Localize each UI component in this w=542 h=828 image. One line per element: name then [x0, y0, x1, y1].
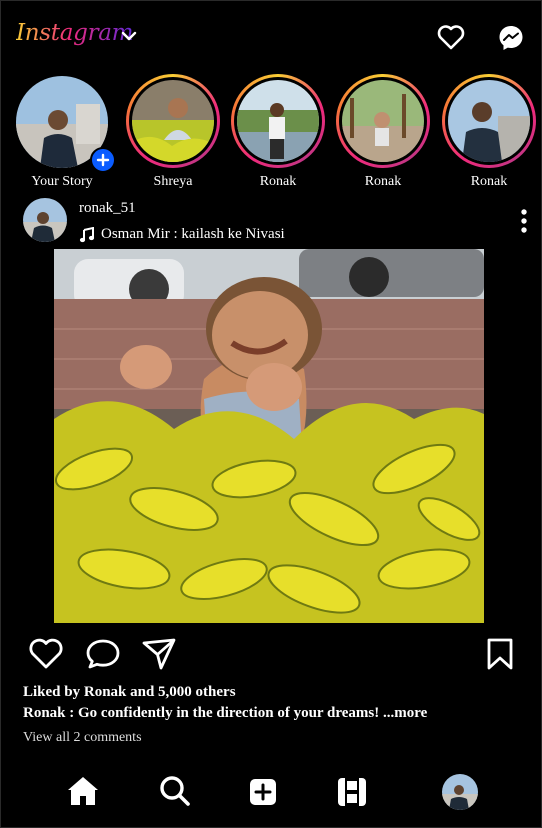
post-caption[interactable]: Ronak : Go confidently in the direction … — [23, 705, 427, 722]
post-image[interactable] — [54, 249, 484, 623]
chevron-down-icon[interactable] — [121, 30, 137, 42]
story-ronak-2[interactable]: Ronak — [333, 74, 433, 190]
story-label: Ronak — [470, 174, 508, 189]
story-label: Ronak — [364, 174, 402, 189]
story-avatar — [342, 80, 424, 162]
messenger-icon[interactable] — [497, 24, 525, 52]
story-ronak-3[interactable]: Ronak — [439, 74, 539, 190]
add-story-plus-icon[interactable] — [90, 147, 116, 173]
story-your-story[interactable]: Your Story — [12, 74, 116, 190]
bookmark-icon[interactable] — [486, 637, 514, 671]
stories-row: Your Story Shreya Ronak Ronak Ronak — [0, 74, 542, 196]
post-author-avatar[interactable] — [23, 198, 67, 242]
story-avatar — [237, 80, 319, 162]
like-heart-icon[interactable] — [28, 638, 64, 670]
share-icon[interactable] — [141, 637, 177, 671]
create-post-icon[interactable] — [248, 777, 278, 807]
story-avatar — [448, 80, 530, 162]
music-title: Osman Mir : kailash ke Nivasi — [101, 226, 285, 242]
top-bar: Instagram — [0, 0, 542, 72]
home-icon[interactable] — [66, 774, 100, 808]
story-label: Your Story — [31, 174, 93, 189]
story-label: Ronak — [259, 174, 297, 189]
profile-avatar[interactable] — [442, 774, 478, 810]
reels-icon[interactable] — [336, 776, 368, 808]
more-options-icon[interactable] — [516, 208, 532, 234]
story-ronak-1[interactable]: Ronak — [228, 74, 328, 190]
search-icon[interactable] — [158, 774, 192, 808]
comment-icon[interactable] — [85, 638, 121, 670]
instagram-logo[interactable]: Instagram — [16, 20, 134, 46]
likes-count[interactable]: Liked by Ronak and 5,000 others — [23, 684, 236, 701]
music-note-icon — [79, 226, 95, 242]
story-shreya[interactable]: Shreya — [123, 74, 223, 190]
view-comments-link[interactable]: View all 2 comments — [23, 730, 142, 746]
story-avatar — [132, 80, 214, 162]
post-music[interactable]: Osman Mir : kailash ke Nivasi — [79, 226, 285, 243]
post-username[interactable]: ronak_51 — [79, 200, 136, 217]
story-label: Shreya — [153, 174, 193, 189]
heart-icon[interactable] — [437, 24, 465, 50]
